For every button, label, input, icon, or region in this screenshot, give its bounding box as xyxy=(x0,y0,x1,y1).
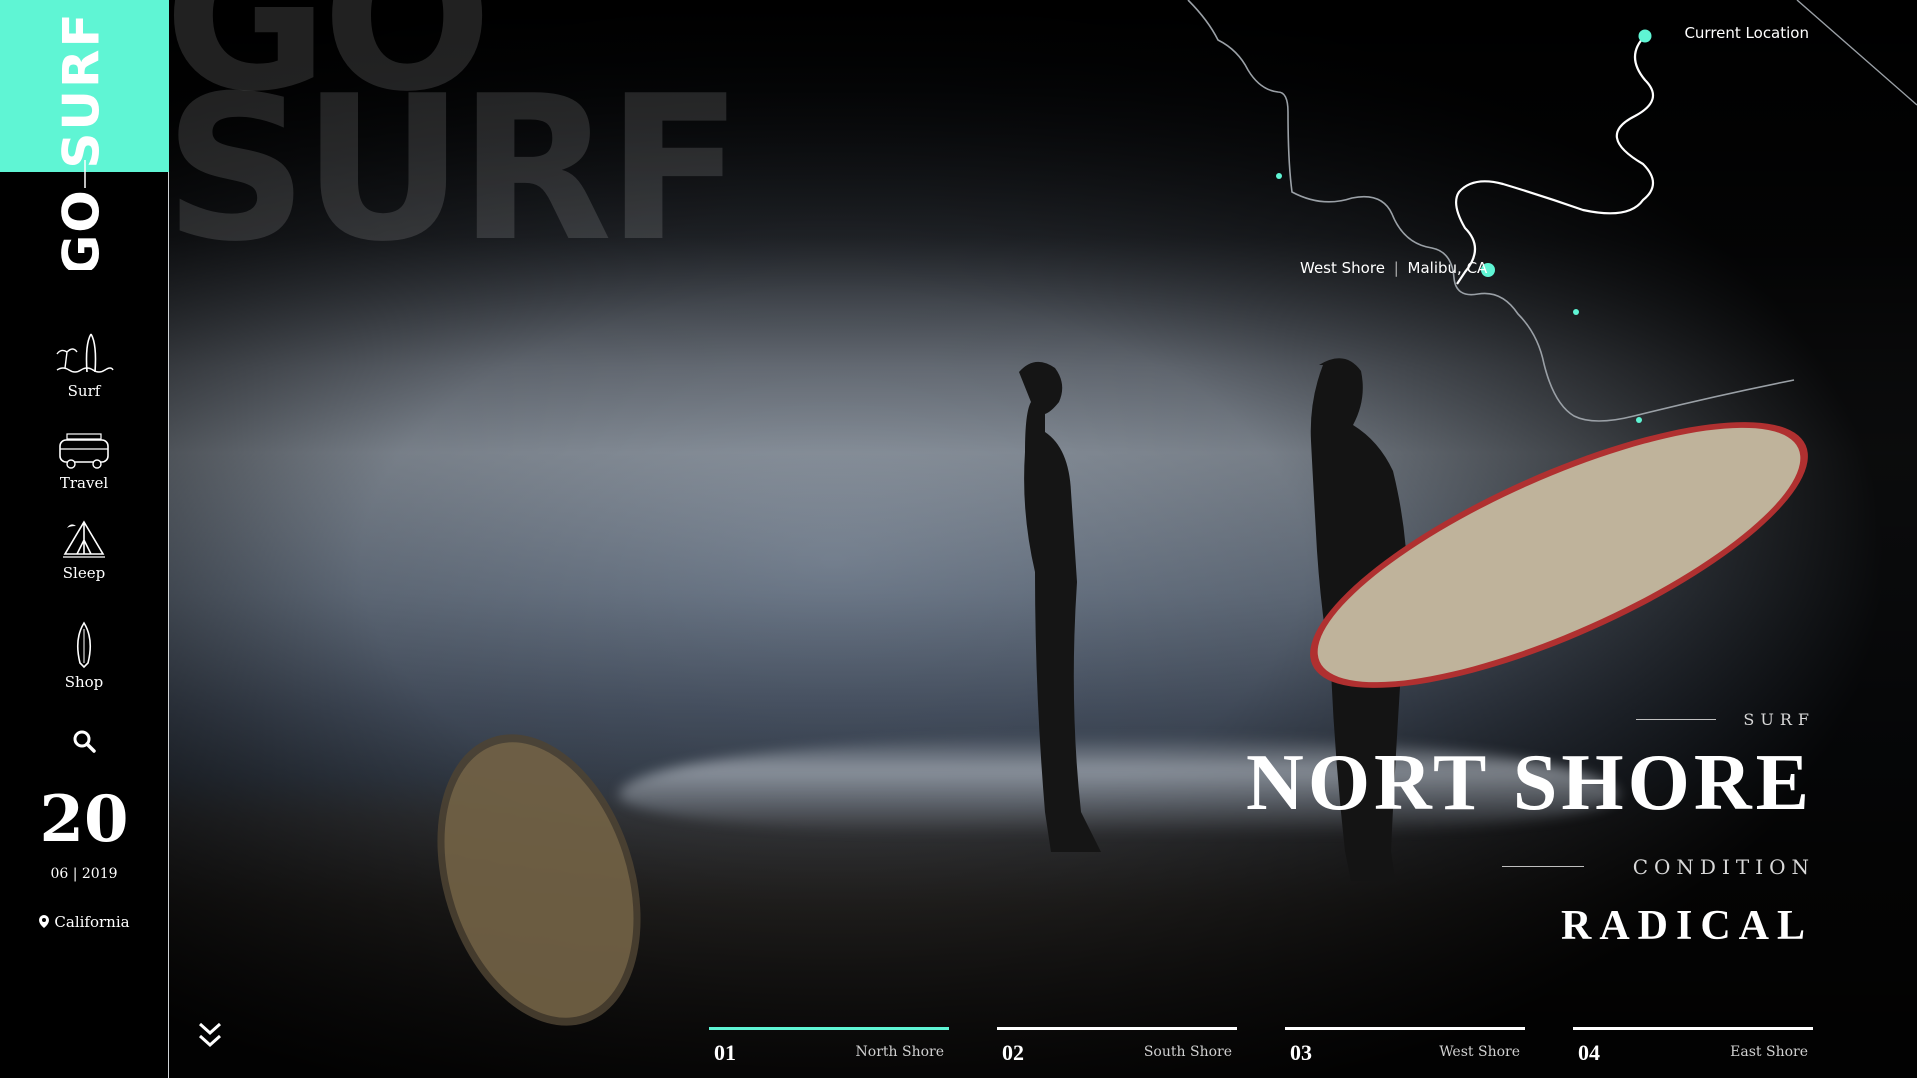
date-day: 20 xyxy=(39,782,129,857)
svg-text:GO: GO xyxy=(53,188,111,270)
kicker-divider xyxy=(1636,719,1716,720)
nav-item-surf[interactable]: Surf xyxy=(0,330,168,400)
coastline xyxy=(1187,0,1917,423)
headline-kicker: SURF xyxy=(1743,710,1815,729)
search-button[interactable] xyxy=(0,728,168,754)
condition-label: CONDITION xyxy=(1632,855,1815,879)
nav-label-sleep: Sleep xyxy=(62,564,106,582)
nav-item-sleep[interactable]: Sleep xyxy=(0,518,168,582)
tab-number: 01 xyxy=(714,1040,736,1065)
tent-icon xyxy=(63,520,105,558)
background-brand-text: GO SURF xyxy=(169,0,743,286)
tab-east-shore[interactable]: 04 East Shore xyxy=(1573,1027,1813,1067)
svg-text:SURF: SURF xyxy=(53,11,111,168)
nav-item-shop[interactable]: Shop xyxy=(0,621,168,691)
condition-value: RADICAL xyxy=(1560,903,1813,949)
tab-number: 04 xyxy=(1578,1040,1600,1065)
current-location-label: Current Location xyxy=(1684,24,1809,42)
tab-indicator xyxy=(1573,1027,1813,1030)
map-pin-icon xyxy=(39,915,50,928)
logo-wordmark[interactable]: SURF GO xyxy=(50,10,120,270)
van-icon xyxy=(59,433,109,469)
spot-label[interactable]: West Shore | Malibu, CA xyxy=(1300,259,1487,277)
coast-map: Current Location West Shore | Malibu, CA xyxy=(1180,0,1917,460)
tab-label: West Shore xyxy=(1439,1044,1520,1060)
tab-indicator xyxy=(709,1027,949,1030)
double-chevron-down-icon[interactable] xyxy=(196,1020,224,1052)
nav-item-travel[interactable]: Travel xyxy=(0,432,168,492)
search-icon xyxy=(73,730,96,753)
sidebar: SURF GO Surf Travel Sleep Shop 20 06 | 2… xyxy=(0,0,169,1078)
tab-north-shore[interactable]: 01 North Shore xyxy=(709,1027,949,1067)
tab-indicator xyxy=(997,1027,1237,1030)
tab-south-shore[interactable]: 02 South Shore xyxy=(997,1027,1237,1067)
surf-beach-icon xyxy=(56,333,114,373)
tab-indicator xyxy=(1285,1027,1525,1030)
condition-divider xyxy=(1502,866,1584,867)
spot-name: West Shore xyxy=(1300,259,1385,277)
spot-place: Malibu, CA xyxy=(1407,259,1488,277)
nav-label-shop: Shop xyxy=(64,673,104,691)
tab-west-shore[interactable]: 03 West Shore xyxy=(1285,1027,1525,1067)
tab-label: North Shore xyxy=(855,1044,944,1060)
nav-label-travel: Travel xyxy=(59,474,109,492)
date-month-year: 06 | 2019 xyxy=(50,866,118,882)
surfboard-icon xyxy=(76,621,92,669)
location: California xyxy=(0,913,168,931)
tab-label: East Shore xyxy=(1730,1044,1808,1060)
headline-title: NORT SHORE xyxy=(1246,739,1813,827)
tab-number: 02 xyxy=(1002,1040,1024,1065)
nav-label-surf: Surf xyxy=(67,382,101,400)
location-name: California xyxy=(54,913,130,931)
tab-label: South Shore xyxy=(1143,1044,1232,1060)
tab-number: 03 xyxy=(1290,1040,1312,1065)
